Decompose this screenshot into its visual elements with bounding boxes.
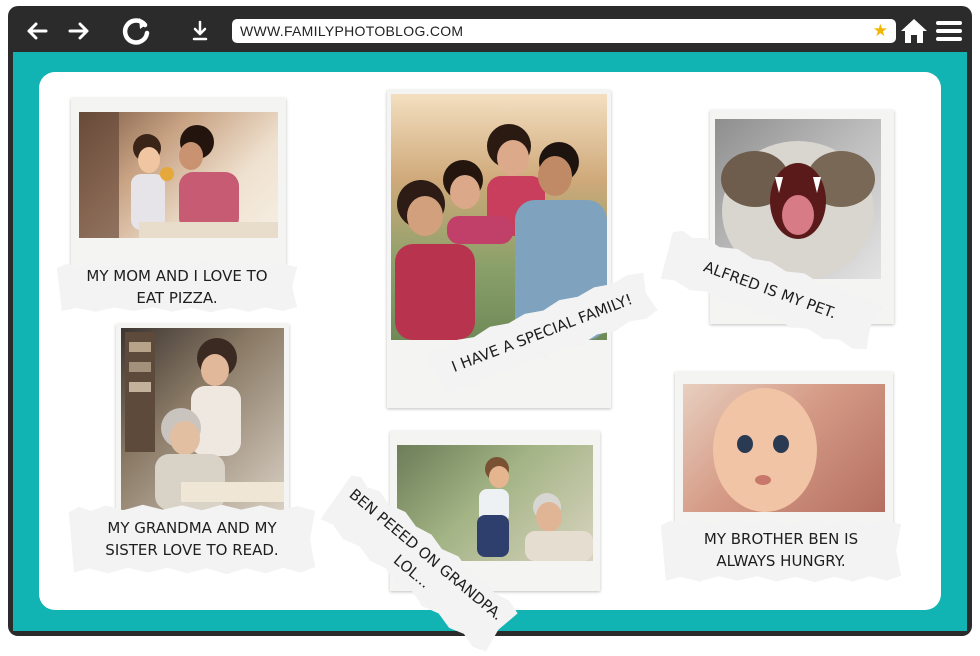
photo-board: MY MOM AND I LOVE TO EAT PIZZA. I HAVE A… — [39, 72, 941, 610]
home-icon[interactable] — [898, 14, 930, 48]
back-arrow-icon[interactable] — [22, 14, 52, 48]
page-viewport: MY MOM AND I LOVE TO EAT PIZZA. I HAVE A… — [13, 52, 967, 631]
url-text: WWW.FAMILYPHOTOBLOG.COM — [240, 23, 464, 39]
photo-grandma-read — [116, 324, 289, 518]
address-bar[interactable]: WWW.FAMILYPHOTOBLOG.COM ★ — [232, 19, 896, 43]
reload-icon[interactable] — [116, 14, 156, 48]
star-icon[interactable]: ★ — [873, 21, 888, 41]
caption-mom-pizza: MY MOM AND I LOVE TO EAT PIZZA. — [57, 262, 297, 312]
browser-toolbar: WWW.FAMILYPHOTOBLOG.COM ★ — [8, 6, 972, 56]
photo-mom-pizza — [71, 98, 286, 278]
forward-arrow-icon[interactable] — [64, 14, 94, 48]
menu-icon[interactable] — [934, 14, 964, 48]
photo-brother — [675, 372, 893, 532]
caption-brother: MY BROTHER BEN IS ALWAYS HUNGRY. — [661, 518, 901, 582]
download-icon[interactable] — [188, 14, 212, 48]
photo-image — [79, 112, 278, 238]
browser-window: WWW.FAMILYPHOTOBLOG.COM ★ MY MOM AND I L… — [8, 6, 972, 636]
photo-image — [121, 328, 284, 510]
photo-image — [683, 384, 885, 512]
caption-grandma-read: MY GRANDMA AND MY SISTER LOVE TO READ. — [69, 504, 315, 574]
